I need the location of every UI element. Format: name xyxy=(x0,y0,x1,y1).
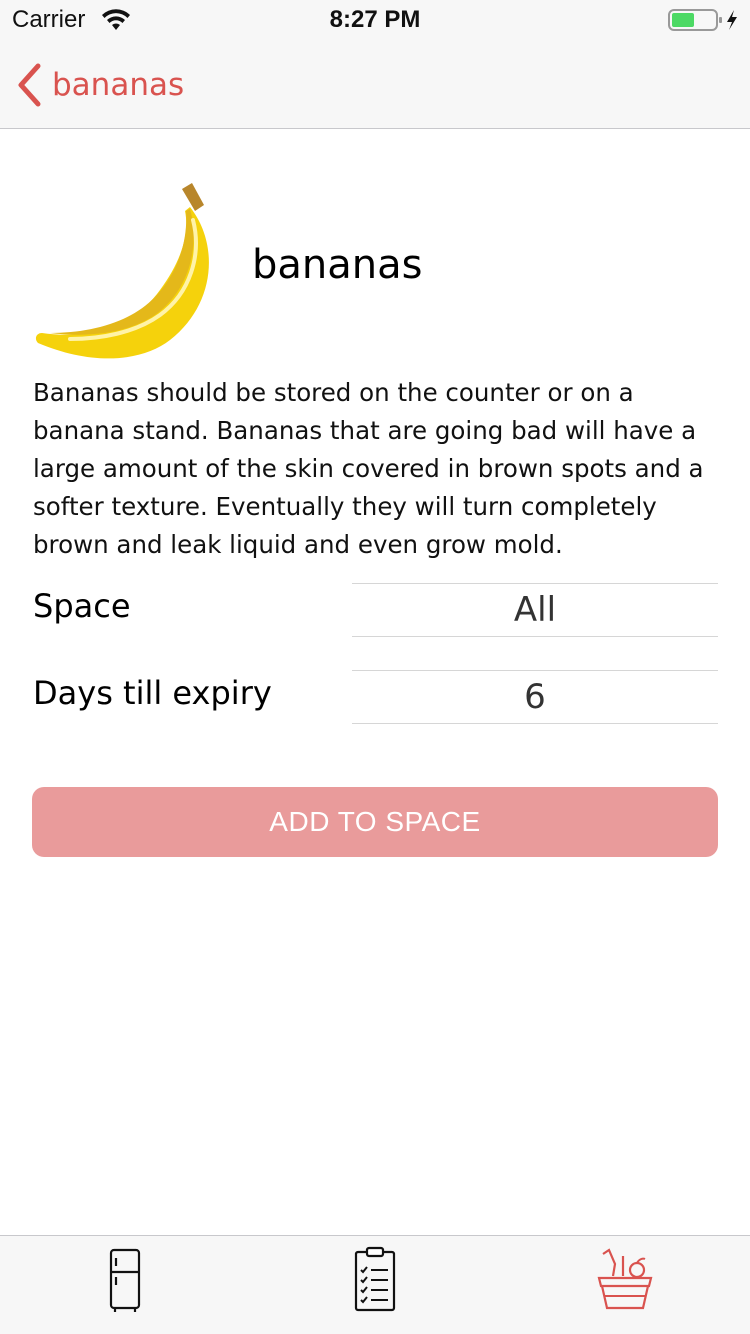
expiry-input[interactable]: 6 xyxy=(352,670,718,724)
item-description: Bananas should be stored on the counter … xyxy=(33,378,704,559)
expiry-field: Days till expiry 6 xyxy=(33,670,718,724)
tab-bar xyxy=(0,1235,750,1334)
tab-basket[interactable] xyxy=(585,1246,665,1316)
space-label: Space xyxy=(33,587,131,625)
chevron-left-icon xyxy=(18,63,41,107)
status-bar: Carrier 8:27 PM xyxy=(0,0,750,40)
space-field: Space All xyxy=(33,583,718,637)
space-picker[interactable]: All xyxy=(352,583,718,637)
fridge-icon xyxy=(109,1248,141,1312)
basket-icon xyxy=(597,1248,653,1310)
navigation-bar: bananas xyxy=(0,40,750,129)
item-title: bananas xyxy=(252,242,423,288)
add-to-space-button[interactable]: ADD TO SPACE xyxy=(32,787,718,857)
battery-icon xyxy=(668,9,737,31)
tab-fridge[interactable] xyxy=(85,1246,165,1316)
expiry-label: Days till expiry xyxy=(33,674,272,712)
back-button-label: bananas xyxy=(52,67,185,103)
banana-icon xyxy=(35,183,209,359)
checklist-icon xyxy=(354,1246,396,1312)
back-button[interactable]: bananas xyxy=(14,60,184,110)
tab-checklist[interactable] xyxy=(335,1246,415,1316)
clock-label: 8:27 PM xyxy=(329,6,421,33)
